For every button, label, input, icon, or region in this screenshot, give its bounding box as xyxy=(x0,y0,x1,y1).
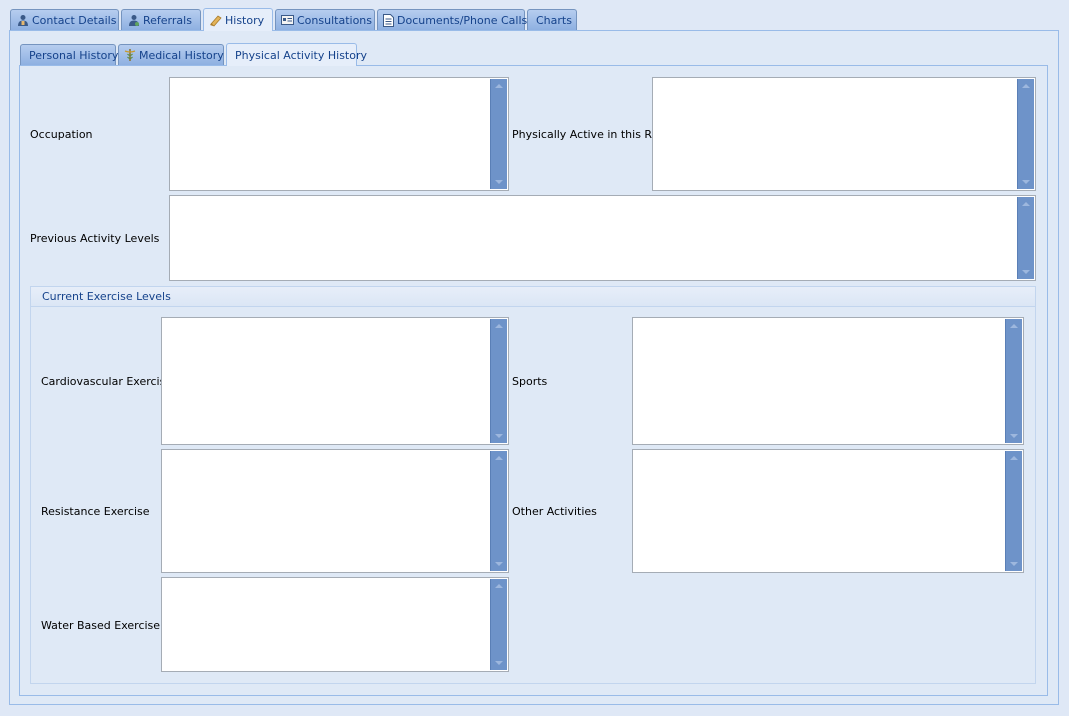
tab-contact-details[interactable]: Contact Details xyxy=(10,9,119,30)
tab-personal-history[interactable]: Personal History xyxy=(20,44,119,65)
tab-physical-activity-history-label: Physical Activity History xyxy=(235,48,368,62)
scroll-down-icon[interactable] xyxy=(1022,270,1030,274)
occupation-label: Occupation xyxy=(30,128,93,141)
tab-documents-phone-calls[interactable]: Documents/Phone Calls xyxy=(377,9,528,30)
tab-history[interactable]: History xyxy=(203,8,273,31)
scroll-down-icon[interactable] xyxy=(495,180,503,184)
tab-consultations-label: Consultations xyxy=(297,13,372,27)
group-title: Current Exercise Levels xyxy=(42,290,171,303)
tab-referrals[interactable]: Referrals xyxy=(121,9,201,30)
cardiovascular-exercise-scrollbar[interactable] xyxy=(490,319,507,443)
scroll-up-icon[interactable] xyxy=(495,324,503,328)
sports-scrollbar[interactable] xyxy=(1005,319,1022,443)
tab-physical-activity-history[interactable]: Physical Activity History xyxy=(226,43,367,66)
resistance-exercise-memo[interactable] xyxy=(161,449,509,573)
tab-charts[interactable]: Charts xyxy=(527,9,577,30)
scroll-down-icon[interactable] xyxy=(495,562,503,566)
tab-documents-phone-calls-label: Documents/Phone Calls xyxy=(397,13,528,27)
water-based-exercise-memo[interactable] xyxy=(161,577,509,672)
scroll-up-icon[interactable] xyxy=(1010,456,1018,460)
scroll-up-icon[interactable] xyxy=(495,456,503,460)
tab-medical-history[interactable]: Medical History xyxy=(118,44,224,65)
scroll-down-icon[interactable] xyxy=(495,434,503,438)
occupation-scrollbar[interactable] xyxy=(490,79,507,189)
scroll-down-icon[interactable] xyxy=(495,661,503,665)
consultation-card-icon xyxy=(281,14,294,27)
cardiovascular-exercise-memo[interactable] xyxy=(161,317,509,445)
other-activities-memo[interactable] xyxy=(632,449,1024,573)
other-activities-label: Other Activities xyxy=(512,505,597,518)
other-activities-scrollbar[interactable] xyxy=(1005,451,1022,571)
tab-medical-history-label: Medical History xyxy=(139,48,224,62)
cardiovascular-exercise-label: Cardiovascular Exercise xyxy=(41,375,173,388)
group-header: Current Exercise Levels xyxy=(31,287,1035,307)
physically-active-role-scrollbar[interactable] xyxy=(1017,79,1034,189)
scroll-up-icon[interactable] xyxy=(1022,202,1030,206)
tab-personal-history-label: Personal History xyxy=(29,48,119,62)
tab-consultations[interactable]: Consultations xyxy=(275,9,375,30)
physically-active-role-label: Physically Active in this Role xyxy=(512,128,669,141)
scroll-down-icon[interactable] xyxy=(1010,434,1018,438)
sports-label: Sports xyxy=(512,375,548,388)
scroll-up-icon[interactable] xyxy=(1022,84,1030,88)
occupation-memo[interactable] xyxy=(169,77,509,191)
tab-history-label: History xyxy=(225,13,265,27)
resistance-exercise-label: Resistance Exercise xyxy=(41,505,150,518)
water-based-exercise-scrollbar[interactable] xyxy=(490,579,507,670)
scroll-up-icon[interactable] xyxy=(1010,324,1018,328)
scroll-down-icon[interactable] xyxy=(1022,180,1030,184)
document-icon xyxy=(383,13,394,27)
tab-contact-details-label: Contact Details xyxy=(32,13,117,27)
scroll-up-icon[interactable] xyxy=(495,584,503,588)
sports-memo[interactable] xyxy=(632,317,1024,445)
previous-activity-levels-label: Previous Activity Levels xyxy=(30,232,160,245)
scroll-down-icon[interactable] xyxy=(1010,562,1018,566)
resistance-exercise-scrollbar[interactable] xyxy=(490,451,507,571)
physically-active-role-memo[interactable] xyxy=(652,77,1036,191)
water-based-exercise-label: Water Based Exercise xyxy=(41,619,161,632)
previous-activity-levels-memo[interactable] xyxy=(169,195,1036,281)
caduceus-icon xyxy=(124,49,136,62)
scroll-up-icon[interactable] xyxy=(495,84,503,88)
tab-referrals-label: Referrals xyxy=(143,13,192,27)
history-scroll-icon xyxy=(209,14,222,27)
tab-charts-label: Charts xyxy=(536,13,572,27)
contact-icon xyxy=(16,14,29,27)
referral-person-icon xyxy=(127,14,140,27)
previous-activity-levels-scrollbar[interactable] xyxy=(1017,197,1034,279)
